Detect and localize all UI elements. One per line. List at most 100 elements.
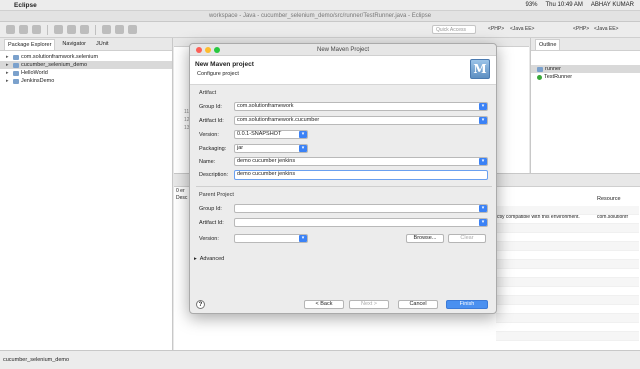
table-row[interactable] bbox=[496, 206, 639, 215]
project-icon bbox=[13, 54, 19, 60]
parent-project-section-label: Parent Project bbox=[199, 192, 234, 198]
tree-item[interactable]: ▸ JenkinsDemo bbox=[0, 77, 172, 85]
clock[interactable]: Thu 10:49 AM bbox=[546, 2, 583, 8]
help-icon[interactable]: ? bbox=[196, 300, 205, 309]
tab-outline[interactable]: Outline bbox=[535, 38, 561, 50]
chevron-down-icon[interactable]: ▾ bbox=[299, 235, 307, 242]
user-name[interactable]: ABHAY KUMAR bbox=[591, 2, 634, 8]
close-window-icon[interactable] bbox=[196, 47, 202, 53]
parent-artifact-id-combo[interactable]: ▾ bbox=[234, 218, 488, 227]
save-icon[interactable] bbox=[19, 25, 28, 34]
dialog-title: New Maven Project bbox=[316, 47, 370, 53]
chevron-down-icon[interactable]: ▾ bbox=[479, 219, 487, 226]
table-row[interactable] bbox=[496, 287, 639, 296]
parent-version-combo[interactable]: ▾ bbox=[234, 234, 308, 243]
expand-arrow-icon[interactable]: ▸ bbox=[6, 61, 11, 69]
description-input[interactable]: demo cucumber jenkins bbox=[234, 170, 488, 180]
perspective-php[interactable]: <PHP> bbox=[488, 26, 504, 32]
outline-item[interactable]: TestRunner bbox=[531, 73, 640, 81]
artifact-id-label: Artifact Id: bbox=[199, 118, 224, 124]
version-label: Version: bbox=[199, 132, 219, 138]
wizard-page-title: New Maven project bbox=[195, 61, 254, 68]
problems-summary: 0 er Desc bbox=[176, 188, 188, 201]
package-icon bbox=[537, 66, 543, 72]
group-id-combo[interactable]: com.solutionframework ▾ bbox=[234, 102, 488, 111]
new-maven-project-dialog: New Maven Project New Maven project Conf… bbox=[189, 43, 497, 314]
menubar-status: 93% Thu 10:49 AM ABHAY KUMAR bbox=[526, 2, 635, 8]
project-tree: ▸ com.solutionframwork.selenium ▸ cucumb… bbox=[0, 51, 172, 85]
back-button[interactable]: < Back bbox=[304, 300, 344, 309]
table-row[interactable] bbox=[496, 305, 639, 314]
zoom-window-icon[interactable] bbox=[214, 47, 220, 53]
name-value: demo cucumber jenkins bbox=[237, 158, 296, 164]
table-row[interactable] bbox=[496, 296, 639, 305]
artifact-id-value: com.solutionframework.cucumber bbox=[237, 117, 320, 123]
table-row[interactable] bbox=[496, 233, 639, 242]
table-row[interactable] bbox=[496, 260, 639, 269]
artifact-id-combo[interactable]: com.solutionframework.cucumber ▾ bbox=[234, 116, 488, 125]
table-row[interactable] bbox=[496, 215, 639, 224]
open-type-icon[interactable] bbox=[115, 25, 124, 34]
packaging-combo[interactable]: jar ▾ bbox=[234, 144, 308, 153]
expand-arrow-icon[interactable]: ▸ bbox=[6, 53, 11, 61]
table-row[interactable] bbox=[496, 242, 639, 251]
outline-item[interactable]: runner bbox=[531, 65, 640, 73]
table-row[interactable] bbox=[496, 278, 639, 287]
tree-item[interactable]: ▸ cucumber_selenium_demo bbox=[0, 61, 172, 69]
artifact-section-label: Artifact bbox=[199, 90, 217, 96]
chevron-down-icon[interactable]: ▾ bbox=[479, 205, 487, 212]
browse-button[interactable]: Browse... bbox=[406, 234, 444, 243]
table-row[interactable] bbox=[496, 332, 639, 341]
table-row[interactable] bbox=[496, 251, 639, 260]
section-divider bbox=[196, 186, 492, 187]
disclosure-triangle-icon[interactable]: ▸ bbox=[194, 256, 197, 262]
tab-navigator[interactable]: Navigator bbox=[59, 39, 89, 49]
perspective-java-ee[interactable]: <Java EE> bbox=[594, 26, 618, 32]
external-tools-icon[interactable] bbox=[80, 25, 89, 34]
chevron-down-icon[interactable]: ▾ bbox=[479, 158, 487, 165]
status-text: cucumber_selenium_demo bbox=[3, 357, 70, 363]
app-name[interactable]: Eclipse bbox=[14, 2, 37, 9]
perspective-php[interactable]: <PHP> bbox=[573, 26, 589, 32]
finish-button[interactable]: Finish bbox=[446, 300, 488, 309]
perspective-java-ee[interactable]: <Java EE> bbox=[510, 26, 534, 32]
packaging-value: jar bbox=[237, 145, 244, 151]
tree-item[interactable]: ▸ com.solutionframwork.selenium bbox=[0, 53, 172, 61]
cancel-button[interactable]: Cancel bbox=[398, 300, 438, 309]
name-combo[interactable]: demo cucumber jenkins ▾ bbox=[234, 157, 488, 166]
advanced-toggle[interactable]: ▸ Advanced bbox=[194, 256, 224, 262]
tab-package-explorer[interactable]: Package Explorer bbox=[4, 38, 56, 50]
quick-access-input[interactable]: Quick Access bbox=[432, 25, 476, 34]
version-combo[interactable]: 0.0.1-SNAPSHOT ▾ bbox=[234, 130, 308, 139]
new-java-class-icon[interactable] bbox=[102, 25, 111, 34]
print-icon[interactable] bbox=[32, 25, 41, 34]
left-pane-tabs: Package Explorer Navigator JUnit bbox=[0, 38, 172, 51]
expand-arrow-icon[interactable]: ▸ bbox=[6, 69, 11, 77]
tree-item[interactable]: ▸ HelloWorld bbox=[0, 69, 172, 77]
tree-item-label: cucumber_selenium_demo bbox=[21, 62, 88, 68]
table-row[interactable] bbox=[496, 314, 639, 323]
parent-group-id-combo[interactable]: ▾ bbox=[234, 204, 488, 213]
project-icon bbox=[13, 70, 19, 76]
expand-arrow-icon[interactable]: ▸ bbox=[6, 77, 11, 85]
table-row[interactable] bbox=[496, 269, 639, 278]
new-icon[interactable] bbox=[6, 25, 15, 34]
toolbar-divider bbox=[47, 24, 48, 35]
chevron-down-icon[interactable]: ▾ bbox=[299, 145, 307, 152]
tab-junit[interactable]: JUnit bbox=[93, 39, 112, 49]
battery-indicator[interactable]: 93% bbox=[526, 2, 538, 8]
description-label: Description: bbox=[199, 172, 229, 178]
column-resource[interactable]: Resource bbox=[597, 196, 621, 202]
chevron-down-icon[interactable]: ▾ bbox=[299, 131, 307, 138]
run-icon[interactable] bbox=[67, 25, 76, 34]
next-button[interactable]: Next > bbox=[349, 300, 389, 309]
table-row[interactable] bbox=[496, 224, 639, 233]
chevron-down-icon[interactable]: ▾ bbox=[479, 117, 487, 124]
clear-button[interactable]: Clear bbox=[448, 234, 486, 243]
search-icon[interactable] bbox=[128, 25, 137, 34]
minimize-window-icon[interactable] bbox=[205, 47, 211, 53]
debug-icon[interactable] bbox=[54, 25, 63, 34]
project-icon bbox=[13, 78, 19, 84]
table-row[interactable] bbox=[496, 323, 639, 332]
chevron-down-icon[interactable]: ▾ bbox=[479, 103, 487, 110]
